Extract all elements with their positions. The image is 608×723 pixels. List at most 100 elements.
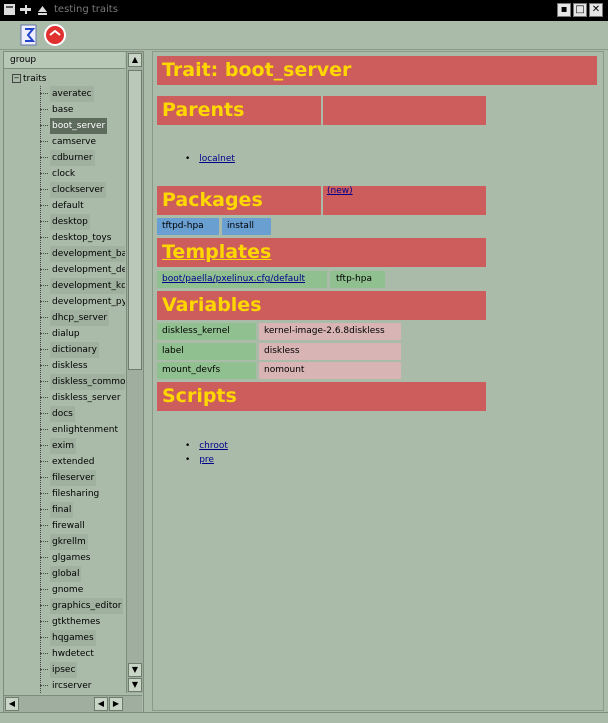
tree-item-desktop-toys[interactable]: desktop_toys bbox=[40, 230, 125, 246]
scroll-down-button[interactable]: ▼ bbox=[128, 663, 142, 677]
tree-item-label: extended bbox=[52, 457, 95, 467]
window-menu-icon[interactable] bbox=[3, 3, 16, 16]
title-bar[interactable]: testing traits ▪ □ ✕ bbox=[0, 0, 608, 21]
tree-item-hqgames[interactable]: hqgames bbox=[40, 630, 125, 646]
new-package-link[interactable]: (new) bbox=[327, 177, 353, 206]
tree-item-global[interactable]: global bbox=[40, 566, 125, 582]
collapse-icon[interactable]: − bbox=[12, 74, 21, 83]
parent-link-localnet[interactable]: localnet bbox=[199, 154, 235, 164]
tree-item-clock[interactable]: clock bbox=[40, 166, 125, 182]
tree-item-label: default bbox=[52, 201, 84, 211]
tree-item-diskless-commo[interactable]: diskless_commo bbox=[40, 374, 125, 390]
templates-heading[interactable]: Templates bbox=[157, 238, 486, 267]
tree-item-label: development_de bbox=[52, 265, 125, 275]
tree-item-fileserver[interactable]: fileserver bbox=[40, 470, 125, 486]
tree-item-diskless-server[interactable]: diskless_server bbox=[40, 390, 125, 406]
tree-item-development-ba[interactable]: development_ba bbox=[40, 246, 125, 262]
scroll-left-button[interactable]: ◀ bbox=[5, 697, 19, 711]
pane-splitter[interactable] bbox=[144, 51, 151, 711]
close-button[interactable]: ✕ bbox=[589, 3, 603, 17]
tree-item-ipsec[interactable]: ipsec bbox=[40, 662, 125, 678]
tree-item-glgames[interactable]: glgames bbox=[40, 550, 125, 566]
tree-item-default[interactable]: default bbox=[40, 198, 125, 214]
tree-item-camserve[interactable]: camserve bbox=[40, 134, 125, 150]
tree-connector bbox=[40, 653, 48, 654]
minimize-button[interactable]: ▪ bbox=[557, 3, 571, 17]
tree-connector bbox=[40, 621, 48, 622]
tree-item-dialup[interactable]: dialup bbox=[40, 326, 125, 342]
variable-value-cell[interactable]: nomount bbox=[259, 362, 401, 379]
tree-scroll-thumb[interactable] bbox=[128, 70, 142, 370]
tree-item-cdburner[interactable]: cdburner bbox=[40, 150, 125, 166]
tree-root-label: traits bbox=[23, 74, 47, 84]
package-name-cell[interactable]: tftpd-hpa bbox=[157, 218, 219, 235]
tree-column-header[interactable]: group bbox=[4, 52, 125, 69]
list-item: localnet bbox=[185, 153, 235, 165]
tree-root-traits[interactable]: − traits bbox=[12, 73, 46, 85]
page-title: Trait: boot_server bbox=[157, 56, 597, 85]
tree-item-dhcp-server[interactable]: dhcp_server bbox=[40, 310, 125, 326]
tree-connector bbox=[40, 109, 48, 110]
maximize-button[interactable]: □ bbox=[573, 3, 587, 17]
tree-item-firewall[interactable]: firewall bbox=[40, 518, 125, 534]
script-link-chroot[interactable]: chroot bbox=[199, 441, 228, 451]
tree-item-enlightenment[interactable]: enlightenment bbox=[40, 422, 125, 438]
scroll-right-button[interactable]: ▶ bbox=[109, 697, 123, 711]
tree-item-hwdetect[interactable]: hwdetect bbox=[40, 646, 125, 662]
tree-connector bbox=[40, 397, 48, 398]
tree-item-gtkthemes[interactable]: gtkthemes bbox=[40, 614, 125, 630]
tree-item-filesharing[interactable]: filesharing bbox=[40, 486, 125, 502]
minimize-icon: ▪ bbox=[560, 4, 568, 15]
template-path-link[interactable]: boot/paella/pxelinux.cfg/default bbox=[162, 274, 305, 284]
tree-item-averatec[interactable]: averatec bbox=[40, 86, 125, 102]
tree-item-desktop[interactable]: desktop bbox=[40, 214, 125, 230]
variable-name-cell[interactable]: mount_devfs bbox=[157, 362, 256, 379]
package-action-cell[interactable]: install bbox=[222, 218, 271, 235]
tree-connector bbox=[40, 205, 48, 206]
stop-icon[interactable] bbox=[43, 23, 67, 47]
variables-heading: Variables bbox=[157, 291, 486, 320]
tree-vertical-scrollbar[interactable]: ▲ ▼ ▼ bbox=[126, 52, 143, 693]
tree-item-exim[interactable]: exim bbox=[40, 438, 125, 454]
tree-item-docs[interactable]: docs bbox=[40, 406, 125, 422]
variable-value-cell[interactable]: kernel-image-2.6.8diskless bbox=[259, 323, 401, 340]
tree-item-clockserver[interactable]: clockserver bbox=[40, 182, 125, 198]
scroll-down-button-2[interactable]: ▼ bbox=[128, 678, 142, 692]
tree-item-gnome[interactable]: gnome bbox=[40, 582, 125, 598]
tree-item-final[interactable]: final bbox=[40, 502, 125, 518]
tree-item-dictionary[interactable]: dictionary bbox=[40, 342, 125, 358]
refresh-icon[interactable] bbox=[17, 23, 41, 47]
tree-connector bbox=[40, 333, 48, 334]
tree-item-diskless[interactable]: diskless bbox=[40, 358, 125, 374]
tree-item-label: fileserver bbox=[50, 470, 97, 486]
tree-item-development-de[interactable]: development_de bbox=[40, 262, 125, 278]
pin-icon[interactable] bbox=[19, 3, 32, 16]
tree-connector bbox=[40, 429, 48, 430]
tree-item-development-py[interactable]: development_py bbox=[40, 294, 125, 310]
tree-connector bbox=[40, 349, 48, 350]
variable-name-cell[interactable]: diskless_kernel bbox=[157, 323, 256, 340]
scroll-left-button-2[interactable]: ◀ bbox=[94, 697, 108, 711]
template-path-cell[interactable]: boot/paella/pxelinux.cfg/default bbox=[157, 271, 327, 288]
tree-item-boot-server[interactable]: boot_server bbox=[40, 118, 125, 134]
tree-connector bbox=[40, 493, 48, 494]
packages-heading: Packages bbox=[157, 186, 321, 215]
trait-tree-panel: group − traits averatec base boot_server cam… bbox=[3, 51, 144, 713]
tree-item-gkrellm[interactable]: gkrellm bbox=[40, 534, 125, 550]
variable-value-cell[interactable]: diskless bbox=[259, 343, 401, 360]
tree-item-base[interactable]: base bbox=[40, 102, 125, 118]
tree-item-label: diskless bbox=[52, 361, 88, 371]
scroll-up-button[interactable]: ▲ bbox=[128, 53, 142, 67]
tree-connector bbox=[40, 189, 48, 190]
tree-connector bbox=[40, 237, 48, 238]
tree-item-development-kd[interactable]: development_kd bbox=[40, 278, 125, 294]
tree-item-graphics-editor[interactable]: graphics_editor bbox=[40, 598, 125, 614]
script-link-pre[interactable]: pre bbox=[199, 455, 214, 465]
tree-horizontal-scrollbar[interactable]: ◀ ◀ ▶ bbox=[4, 695, 142, 712]
tree-item-extended[interactable]: extended bbox=[40, 454, 125, 470]
variable-name-cell[interactable]: label bbox=[157, 343, 256, 360]
tree-item-ircserver[interactable]: ircserver bbox=[40, 678, 125, 693]
shade-icon[interactable] bbox=[36, 3, 49, 16]
tree-connector bbox=[40, 477, 48, 478]
tree-connector bbox=[40, 541, 48, 542]
